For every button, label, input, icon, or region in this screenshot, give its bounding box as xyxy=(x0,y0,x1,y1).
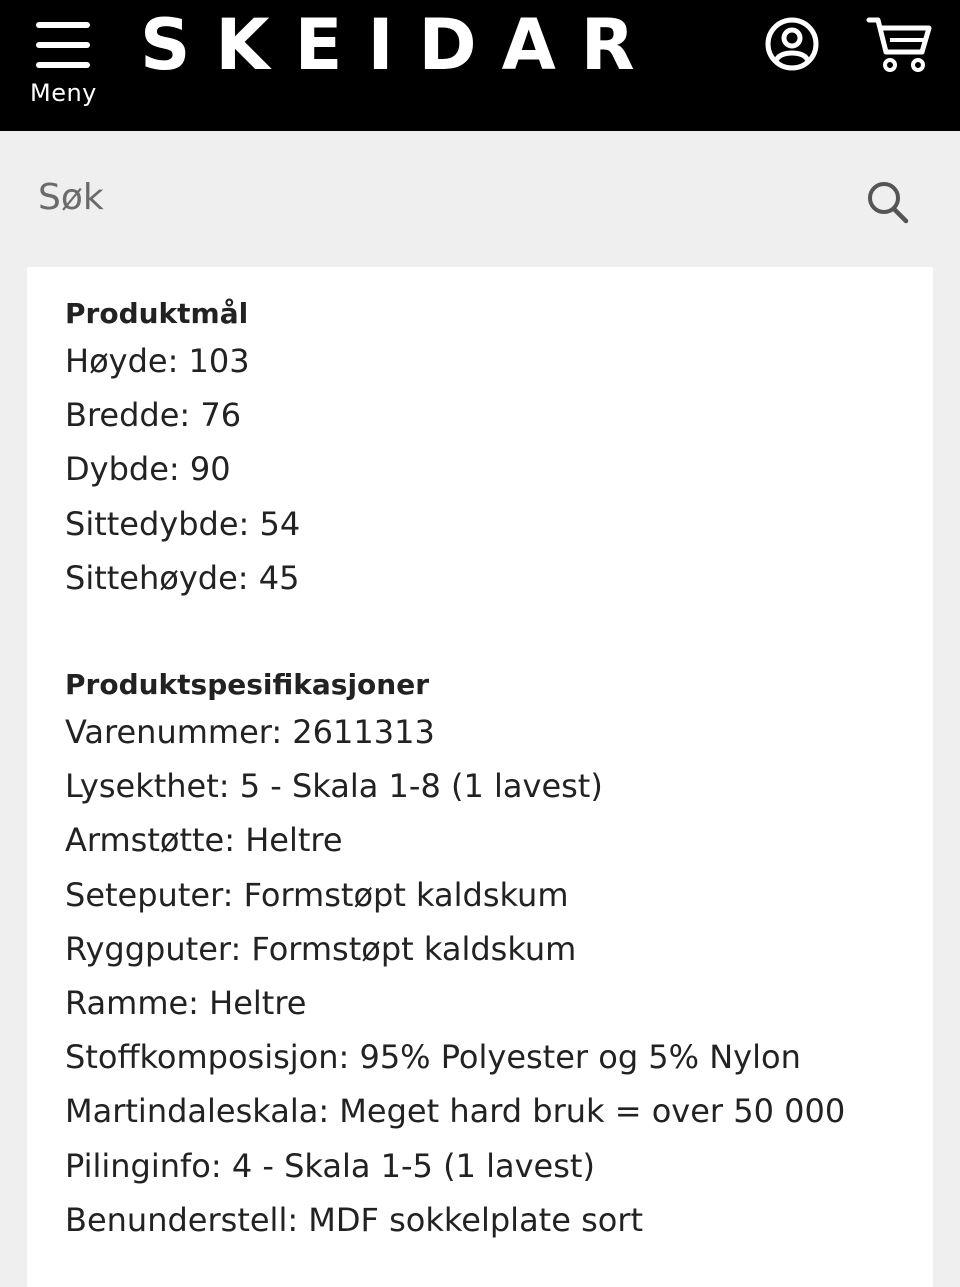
product-details-card: Produktmål Høyde: 103 Bredde: 76 Dybde: 90… xyxy=(27,267,933,1287)
spec-item: Lysekthet: 5 - Skala 1-8 (1 lavest) xyxy=(65,767,603,806)
spec-item: Bredde: 76 xyxy=(65,396,242,435)
spec-item: Sittedybde: 54 xyxy=(65,504,301,543)
account-button[interactable] xyxy=(763,15,821,73)
hamburger-icon xyxy=(36,22,90,68)
search-bar xyxy=(0,131,960,267)
spec-item: Dybde: 90 xyxy=(65,450,231,489)
search-input[interactable] xyxy=(38,167,838,227)
menu-label: Meny xyxy=(30,79,97,107)
shopping-cart-icon xyxy=(866,17,932,72)
spec-item: Seteputer: Formstøpt kaldskum xyxy=(65,875,569,914)
spec-item: Stoffkomposisjon: 95% Polyester og 5% Ny… xyxy=(65,1038,801,1077)
menu-button[interactable]: Meny xyxy=(22,14,106,114)
spec-item: Varenummer: 2611313 xyxy=(65,713,435,751)
site-header: Meny SKEIDAR xyxy=(0,0,960,131)
spec-item: Sittehøyde: 45 xyxy=(65,558,300,597)
product-specifications-section: Produktspesifikasjoner Varenummer: 26113… xyxy=(65,665,925,1247)
specifications-list: Varenummer: 2611313 Lysekthet: 5 - Skala … xyxy=(65,705,925,1247)
spec-item: Ramme: Heltre xyxy=(65,983,307,1022)
search-icon[interactable] xyxy=(864,179,912,227)
spec-item: Martindaleskala: Meget hard bruk = over … xyxy=(65,1092,846,1131)
cart-button[interactable] xyxy=(866,14,934,74)
spec-item: Armstøtte: Heltre xyxy=(65,821,343,860)
section-heading: Produktmål xyxy=(65,297,249,330)
product-dimensions-section: Produktmål Høyde: 103 Bredde: 76 Dybde: 90… xyxy=(65,294,925,605)
spec-item: Pilinginfo: 4 - Skala 1-5 (1 lavest) xyxy=(65,1146,595,1185)
brand-logo[interactable]: SKEIDAR xyxy=(140,10,660,80)
section-heading: Produktspesifikasjoner xyxy=(65,668,430,701)
spec-item: Høyde: 103 xyxy=(65,342,250,380)
spec-item: Benunderstell: MDF sokkelplate sort xyxy=(65,1200,644,1239)
spec-item: Ryggputer: Formstøpt kaldskum xyxy=(65,929,577,968)
user-account-icon xyxy=(765,17,819,71)
dimensions-list: Høyde: 103 Bredde: 76 Dybde: 90 Sittedybde:… xyxy=(65,334,925,605)
